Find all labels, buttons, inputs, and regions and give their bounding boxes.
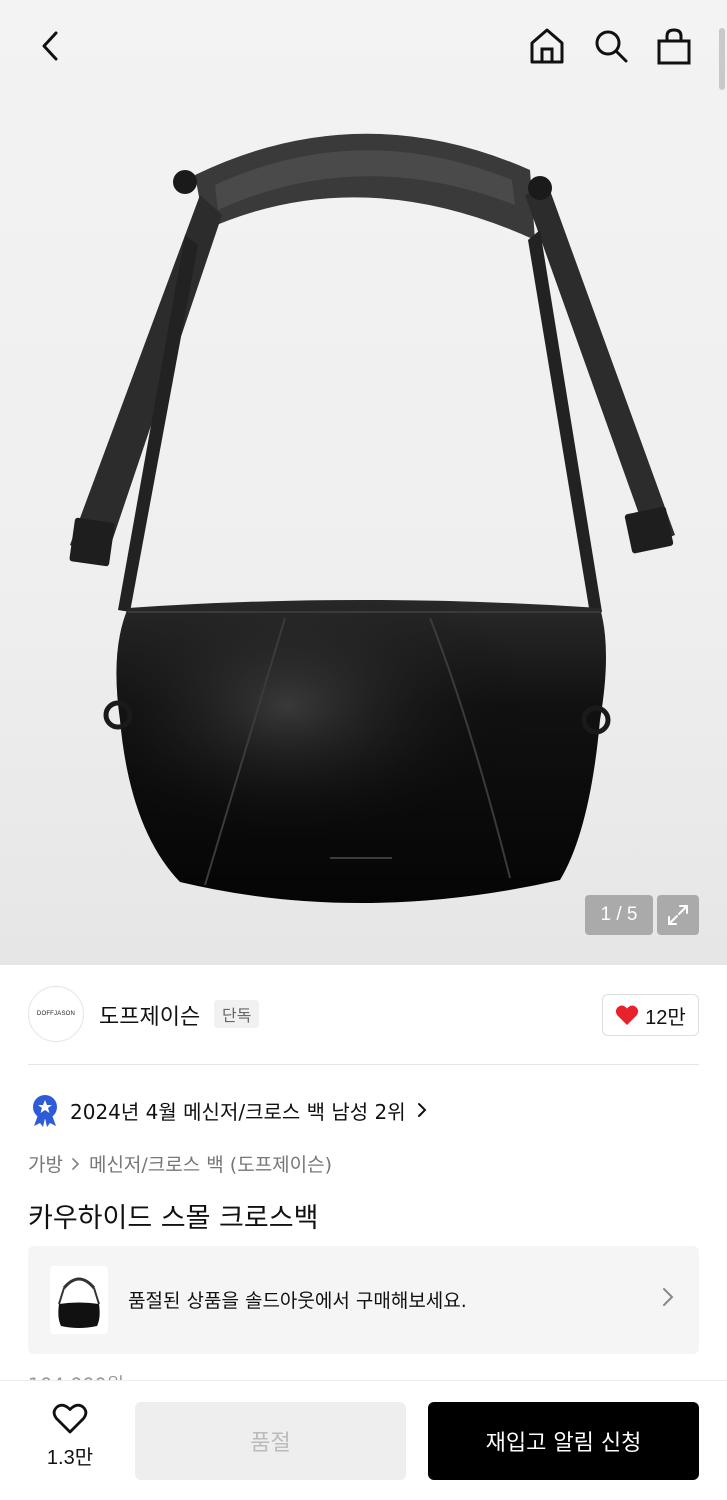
- product-photo: [69, 133, 675, 904]
- ranking-link[interactable]: 2024년 4월 메신저/크로스 백 남성 2위: [30, 1090, 428, 1130]
- heart-icon: [616, 1005, 639, 1025]
- back-button[interactable]: [28, 24, 72, 68]
- brand-like-count: 12만: [645, 1006, 686, 1029]
- wish-count: 1.3만: [46, 1447, 94, 1469]
- breadcrumb-item-subcategory[interactable]: 메신저/크로스 백 (도프제이슨): [89, 1150, 332, 1177]
- chevron-right-icon: [72, 1157, 80, 1170]
- expand-photo-button[interactable]: [657, 895, 699, 935]
- ranking-text: 2024년 4월 메신저/크로스 백 남성 2위: [70, 1099, 406, 1124]
- product-thumbnail: [50, 1266, 108, 1334]
- brand-logo-text: DOFFJASON: [36, 1011, 76, 1017]
- shopping-bag-icon: [657, 28, 691, 65]
- divider: [28, 1064, 699, 1065]
- cart-button[interactable]: [652, 24, 696, 68]
- soldout-button: 품절: [135, 1402, 406, 1480]
- soldout-banner[interactable]: 품절된 상품을 솔드아웃에서 구매해보세요.: [28, 1246, 699, 1354]
- restock-alert-button[interactable]: 재입고 알림 신청: [428, 1402, 699, 1480]
- wish-button[interactable]: 1.3만: [28, 1403, 112, 1483]
- chevron-right-icon: [663, 1288, 674, 1306]
- breadcrumb-item-category[interactable]: 가방: [28, 1150, 63, 1177]
- photo-counter: 1 / 5: [585, 895, 653, 935]
- product-image-gallery[interactable]: 1 / 5: [0, 0, 727, 965]
- soldout-banner-text: 품절된 상품을 솔드아웃에서 구매해보세요.: [128, 1290, 467, 1312]
- breadcrumb: 가방 메신저/크로스 백 (도프제이슨): [28, 1150, 332, 1177]
- product-title: 카우하이드 스몰 크로스백: [28, 1203, 319, 1234]
- bottom-action-bar: 1.3만 품절 재입고 알림 신청: [0, 1380, 727, 1500]
- brand-logo[interactable]: DOFFJASON: [28, 986, 84, 1042]
- page-scrollbar[interactable]: [719, 28, 725, 90]
- chevron-right-icon: [417, 1103, 427, 1117]
- exclusive-badge: 단독: [214, 1000, 260, 1028]
- search-button[interactable]: [589, 24, 633, 68]
- heart-outline-icon: [52, 1403, 88, 1434]
- expand-icon: [668, 905, 688, 925]
- brand-row: DOFFJASON 도프제이슨 단독 12만: [28, 985, 699, 1043]
- home-icon: [530, 28, 564, 64]
- search-icon: [595, 30, 628, 63]
- ranking-medal-icon: [33, 1095, 57, 1127]
- brand-name[interactable]: 도프제이슨: [99, 999, 200, 1031]
- brand-like-button[interactable]: 12만: [602, 994, 699, 1036]
- home-button[interactable]: [525, 24, 569, 68]
- chevron-left-icon: [42, 31, 58, 61]
